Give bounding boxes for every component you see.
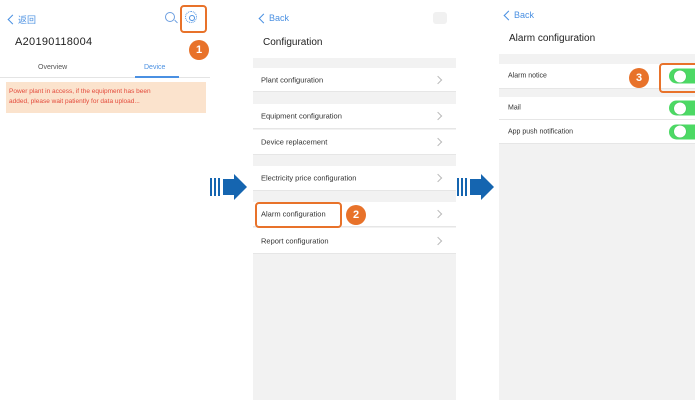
search-icon[interactable] <box>165 12 175 22</box>
status-banner: Power plant in access, if the equipment … <box>6 82 206 113</box>
back-label: 返回 <box>18 15 37 25</box>
tab-bar: Overview Device <box>0 62 210 78</box>
flow-arrow-icon <box>457 174 495 200</box>
back-label: Back <box>514 10 535 20</box>
device-id: A20190118004 <box>15 36 93 48</box>
banner-line: Power plant in access, if the equipment … <box>9 88 151 95</box>
setting-row-mail: Mail <box>499 97 695 120</box>
list-item-label: Report configuration <box>261 236 329 245</box>
step-badge-2: 2 <box>346 205 366 225</box>
back-button[interactable]: Back <box>258 13 290 23</box>
list-item-label: Electricity price configuration <box>261 173 357 183</box>
highlight-box-step1 <box>180 5 207 33</box>
highlight-box-step3 <box>659 63 695 93</box>
toggle-knob <box>674 125 686 138</box>
chevron-left-icon <box>7 14 18 25</box>
chevron-left-icon <box>258 13 269 23</box>
step-badge-1: 1 <box>189 40 209 60</box>
list-item-report-configuration[interactable]: Report configuration <box>253 228 456 254</box>
banner-line: added, please wait patiently for data up… <box>9 98 140 105</box>
alarm-configuration-screen: Back Alarm configuration Alarm notice Ma… <box>499 0 695 400</box>
setting-label: Mail <box>508 104 521 112</box>
setting-row-app-push-notification: App push notification <box>499 120 695 144</box>
setting-label: App push notification <box>508 128 573 135</box>
active-tab-indicator <box>135 76 179 78</box>
list-item-label: Device replacement <box>261 137 328 147</box>
chevron-right-icon <box>433 209 443 219</box>
header <box>499 0 695 54</box>
flow-arrow-icon <box>210 174 248 200</box>
device-screen: 返回 A20190118004 Overview Device Power pl… <box>0 0 210 400</box>
list-item-equipment-configuration[interactable]: Equipment configuration <box>253 104 456 129</box>
configuration-screen: Back Configuration Plant configuration E… <box>253 0 456 400</box>
chevron-right-icon <box>433 137 443 147</box>
chevron-left-icon <box>503 10 514 20</box>
toggle-knob <box>674 102 686 114</box>
header <box>253 0 456 58</box>
list-item-device-replacement[interactable]: Device replacement <box>253 130 456 155</box>
list-item-label: Equipment configuration <box>261 111 342 121</box>
back-label: Back <box>269 13 290 23</box>
app-push-toggle[interactable] <box>669 124 695 139</box>
page-title: Configuration <box>263 37 323 48</box>
chevron-right-icon <box>433 75 443 84</box>
chevron-right-icon <box>433 236 443 245</box>
list-item-electricity-price-configuration[interactable]: Electricity price configuration <box>253 166 456 191</box>
back-button[interactable]: 返回 <box>7 13 37 26</box>
page-title: Alarm configuration <box>509 33 596 44</box>
list-item-label: Plant configuration <box>261 75 324 84</box>
highlight-box-step2 <box>255 202 342 228</box>
back-button[interactable]: Back <box>503 10 535 20</box>
chevron-right-icon <box>433 173 443 183</box>
setting-label: Alarm notice <box>508 72 547 80</box>
tab-overview[interactable]: Overview <box>38 64 67 71</box>
step-badge-3: 3 <box>629 68 649 88</box>
mail-toggle[interactable] <box>669 100 695 116</box>
list-item-plant-configuration[interactable]: Plant configuration <box>253 68 456 92</box>
chevron-right-icon <box>433 111 443 121</box>
tab-device[interactable]: Device <box>144 64 165 71</box>
placeholder-icon <box>433 12 447 24</box>
